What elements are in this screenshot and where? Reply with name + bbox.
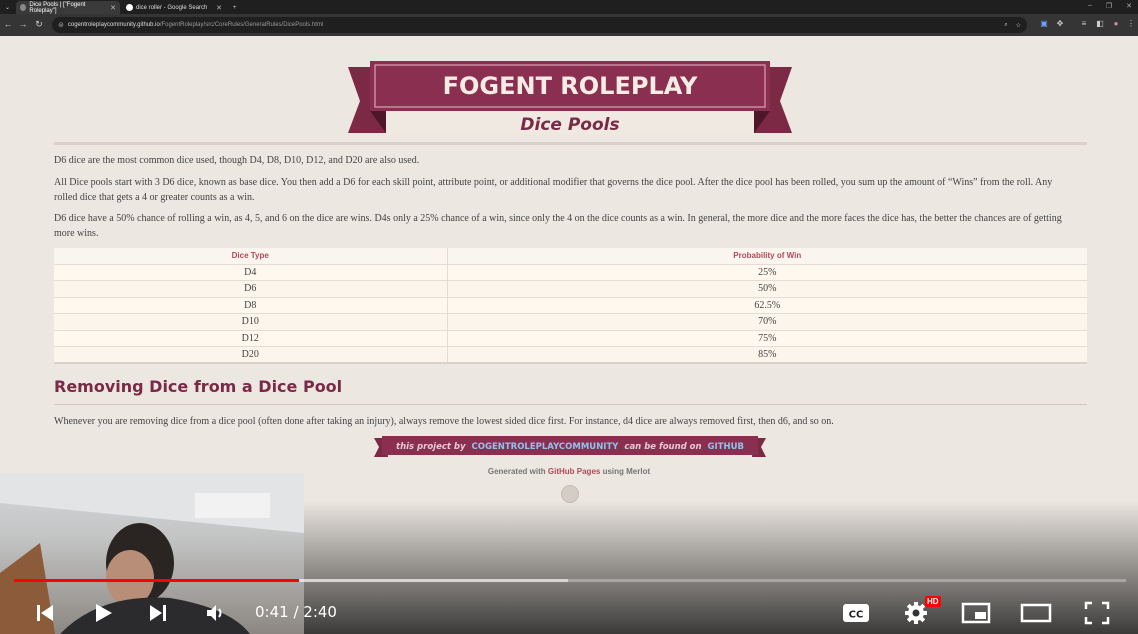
- github-favicon-icon: [20, 4, 27, 11]
- minimize-icon[interactable]: –: [1088, 2, 1092, 10]
- cell-probability: 75%: [447, 329, 1087, 347]
- play-icon: [96, 604, 112, 622]
- play-button[interactable]: [86, 598, 120, 628]
- webcam-light: [195, 493, 270, 518]
- extension-icon[interactable]: ▣: [1038, 19, 1050, 31]
- cell-dice-type: D10: [54, 313, 448, 330]
- fullscreen-icon: [1084, 601, 1110, 625]
- duration: 2:40: [303, 603, 337, 621]
- previous-icon: [37, 605, 53, 621]
- table-row: D10 70%: [54, 313, 1087, 330]
- bookmark-star-icon[interactable]: ☆: [1016, 22, 1021, 29]
- back-icon[interactable]: ←: [2, 19, 14, 29]
- theater-mode-button[interactable]: [1018, 598, 1054, 628]
- site-info-icon[interactable]: ⊜: [58, 21, 64, 29]
- generated-suffix: using Merlot: [602, 467, 651, 476]
- table-row: D12 75%: [54, 329, 1087, 347]
- github-pages-link[interactable]: GitHub Pages: [548, 467, 600, 476]
- captions-icon: CC: [843, 604, 869, 622]
- generated-prefix: Generated with: [487, 467, 546, 476]
- paragraph-probability: D6 dice have a 50% chance of rolling a w…: [54, 213, 1062, 239]
- next-icon: [150, 605, 166, 621]
- footer-banner[interactable]: this project by COGENTROLEPLAYCOMMUNITY …: [374, 435, 766, 461]
- cell-probability: 62.5%: [447, 296, 1087, 314]
- miniplayer-icon: [961, 602, 991, 624]
- forward-icon[interactable]: →: [17, 19, 29, 29]
- header-probability: Probability of Win: [447, 248, 1087, 264]
- divider: [54, 404, 1087, 405]
- paragraph-removing-dice: Whenever you are removing dice from a di…: [54, 416, 834, 427]
- tab-search-button[interactable]: ⌄: [1, 1, 15, 14]
- time-separator: /: [288, 603, 304, 621]
- dice-probability-table: Dice Type Probability of Win D4 25% D6 50%…: [54, 248, 1087, 364]
- cell-probability: 85%: [447, 346, 1087, 363]
- google-favicon-icon: [126, 4, 133, 11]
- progress-played: [14, 579, 299, 582]
- cell-dice-type: D12: [54, 329, 448, 347]
- address-bar[interactable]: ⊜ cogentroleplaycommunity.github.io/Foge…: [52, 17, 1027, 33]
- captions-label: CC: [849, 610, 864, 621]
- cell-dice-type: D8: [54, 296, 448, 314]
- window-controls: – ❐ ✕: [1088, 2, 1132, 10]
- tab-title: dice roller - Google Search: [136, 4, 208, 11]
- site-banner: FOGENT ROLEPLAY Dice Pools: [348, 61, 792, 135]
- progress-bar[interactable]: [14, 579, 1126, 582]
- footer-banner-text: this project by COGENTROLEPLAYCOMMUNITY …: [396, 442, 744, 452]
- zoom-icon[interactable]: ⌕: [1004, 22, 1007, 29]
- cell-probability: 70%: [447, 313, 1087, 330]
- header-dice-type: Dice Type: [54, 248, 448, 264]
- miniplayer-button[interactable]: [958, 598, 994, 628]
- cell-dice-type: D20: [54, 346, 448, 363]
- tab-dice-pools[interactable]: Dice Pools | ["Fogent Roleplay"] ✕: [16, 1, 120, 14]
- table-row: D6 50%: [54, 280, 1087, 297]
- cell-dice-type: D4: [54, 263, 448, 281]
- menu-kebab-icon[interactable]: ⋮: [1125, 19, 1137, 31]
- footer-middle: can be found on: [624, 442, 701, 452]
- footer-prefix: this project by: [396, 442, 466, 452]
- url-host: cogentroleplaycommunity.github.io: [67, 22, 160, 28]
- plus-icon: +: [233, 4, 237, 11]
- footer-owner-link[interactable]: COGENTROLEPLAYCOMMUNITY: [472, 442, 620, 452]
- media-controls-icon[interactable]: ≡: [1078, 19, 1090, 31]
- table-row: D4 25%: [54, 263, 1087, 281]
- fullscreen-button[interactable]: [1080, 598, 1114, 628]
- url-path: /FogentRoleplay/src/CoreRules/GeneralRul…: [159, 22, 324, 28]
- reload-icon[interactable]: ↻: [33, 19, 45, 30]
- hd-badge: HD: [925, 596, 941, 607]
- section-heading: Removing Dice from a Dice Pool: [54, 377, 343, 396]
- tab-google-search[interactable]: dice roller - Google Search ✕: [122, 1, 226, 14]
- cell-probability: 25%: [447, 263, 1087, 281]
- tab-title: Dice Pools | ["Fogent Roleplay"]: [29, 1, 86, 14]
- captions-button[interactable]: CC: [840, 598, 872, 628]
- close-tab-icon[interactable]: ✕: [110, 4, 116, 12]
- chevron-down-icon: ⌄: [5, 5, 11, 11]
- paragraph-base-dice: All Dice pools start with 3 D6 dice, kno…: [54, 177, 1053, 203]
- extensions-puzzle-icon[interactable]: ✥: [1054, 19, 1066, 31]
- profile-avatar-icon[interactable]: ●: [1110, 19, 1122, 31]
- side-panel-icon[interactable]: ◧: [1094, 19, 1106, 31]
- browser-tab-strip: ⌄ Dice Pools | ["Fogent Roleplay"] ✕ dic…: [0, 0, 1138, 14]
- time-display: 0:41 / 2:40: [255, 603, 337, 621]
- cell-dice-type: D6: [54, 280, 448, 297]
- cell-probability: 50%: [447, 280, 1087, 297]
- page-title: Dice Pools: [520, 115, 619, 135]
- table-row: D8 62.5%: [54, 296, 1087, 314]
- new-tab-button[interactable]: +: [229, 1, 241, 14]
- theater-icon: [1020, 603, 1052, 623]
- divider: [54, 142, 1087, 145]
- footer-github-link[interactable]: GITHUB: [708, 442, 744, 452]
- restore-icon[interactable]: ❐: [1106, 2, 1112, 10]
- volume-icon: [207, 605, 222, 621]
- site-title: FOGENT ROLEPLAY: [443, 72, 698, 100]
- close-tab-icon[interactable]: ✕: [216, 4, 222, 12]
- mute-button[interactable]: [200, 598, 230, 628]
- next-button[interactable]: [143, 598, 173, 628]
- previous-button[interactable]: [30, 598, 60, 628]
- paragraph-intro: D6 dice are the most common dice used, t…: [54, 155, 420, 166]
- table-row: D20 85%: [54, 346, 1087, 363]
- browser-toolbar: ← → ↻ ⊜ cogentroleplaycommunity.github.i…: [0, 14, 1138, 36]
- close-window-icon[interactable]: ✕: [1126, 2, 1132, 10]
- table-header-row: Dice Type Probability of Win: [54, 248, 1087, 264]
- current-time: 0:41: [255, 603, 289, 621]
